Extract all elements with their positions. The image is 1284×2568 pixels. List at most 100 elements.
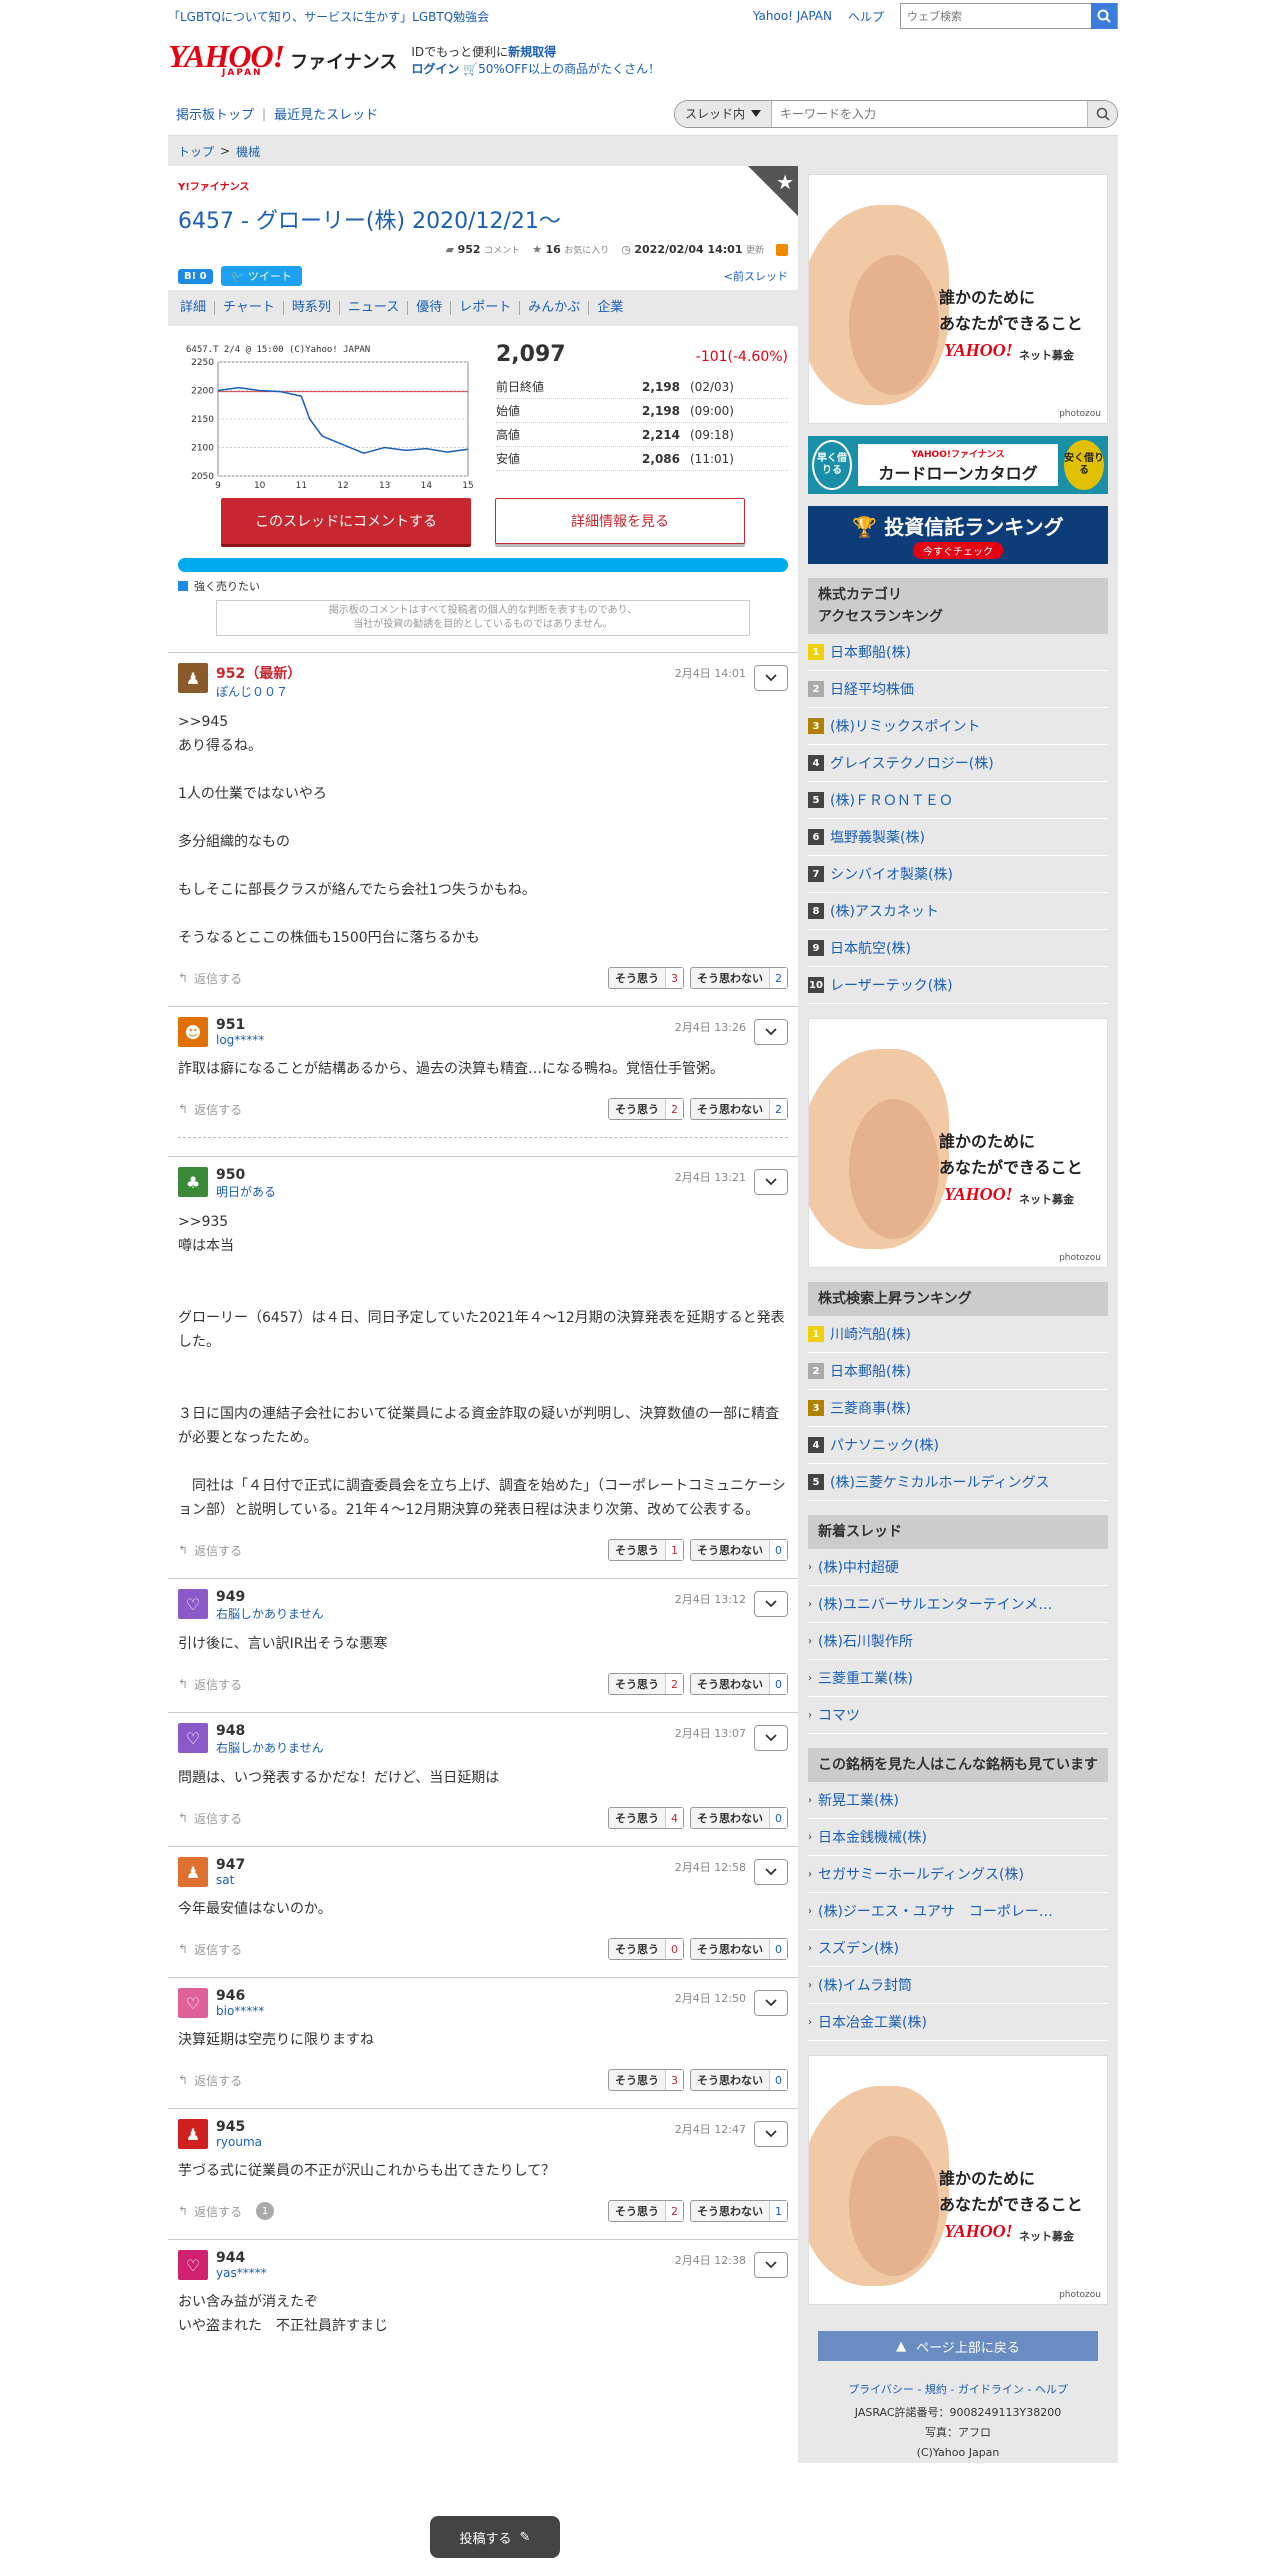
disagree-button[interactable]: そう思わない 0 (690, 1807, 788, 1829)
avatar[interactable]: ♣ (178, 1167, 208, 1197)
login-link[interactable]: ログイン (411, 62, 459, 76)
avatar[interactable]: ♡ (178, 1723, 208, 1753)
tab-detail[interactable]: 詳細 (172, 301, 216, 315)
thread-search-scope[interactable]: スレッド内 (675, 100, 773, 127)
web-search-button[interactable] (1091, 3, 1117, 29)
yahoo-finance-logo[interactable]: YAHOO! JAPAN ファイナンス (168, 40, 397, 78)
agree-button[interactable]: そう思う 0 (608, 1938, 684, 1960)
also-item[interactable]: › (株)イムラ封筒 (808, 1967, 1108, 2004)
yahoo-japan-link[interactable]: Yahoo! JAPAN (753, 9, 832, 23)
post-user[interactable]: ぽんじ００７ (216, 683, 788, 700)
disagree-button[interactable]: そう思わない 0 (690, 1673, 788, 1695)
disagree-button[interactable]: そう思わない 2 (690, 1098, 788, 1120)
access-item[interactable]: 8 (株)アスカネット (808, 893, 1108, 930)
post-menu-button[interactable] (754, 1591, 788, 1617)
post-menu-button[interactable] (754, 1725, 788, 1751)
prev-thread-link[interactable]: <前スレッド (724, 268, 788, 284)
post-menu-button[interactable] (754, 2121, 788, 2147)
also-item[interactable]: › 日本冶金工業(株) (808, 2004, 1108, 2041)
reply-button[interactable]: ↰ 返信する (178, 1542, 242, 1559)
post-user[interactable]: bio***** (216, 2004, 788, 2018)
tab-chart[interactable]: チャート (215, 301, 284, 315)
avatar[interactable]: ♡ (178, 2250, 208, 2280)
footer-links[interactable]: プライバシー - 規約 - ガイドライン - ヘルプ (808, 2381, 1108, 2397)
post-user[interactable]: 右脳しかありません (216, 1605, 788, 1622)
rise-item[interactable]: 4 パナソニック(株) (808, 1427, 1108, 1464)
rise-item[interactable]: 2 日本郵船(株) (808, 1353, 1108, 1390)
help-link[interactable]: ヘルプ (848, 8, 884, 25)
access-item[interactable]: 6 塩野義製薬(株) (808, 819, 1108, 856)
also-item[interactable]: › セガサミーホールディングス(株) (808, 1856, 1108, 1893)
post-fab-button[interactable]: 投稿する ✎ (430, 2516, 560, 2558)
breadcrumb-top[interactable]: トップ (178, 143, 214, 160)
new-item[interactable]: › コマツ (808, 1697, 1108, 1734)
access-item[interactable]: 5 (株)ＦＲＯＮＴＥＯ (808, 782, 1108, 819)
post-user[interactable]: yas***** (216, 2266, 788, 2280)
card-loan-banner[interactable]: 早く借りる YAHOO!ファイナンス カードローンカタログ 安く借りる (808, 436, 1108, 494)
avatar[interactable]: ☻ (178, 1017, 208, 1047)
donation-ad-3[interactable]: 誰かのために あなたができること YAHOO! ネット募金 photozou (808, 2055, 1108, 2305)
signup-link[interactable]: 新規取得 (508, 45, 556, 59)
reply-button[interactable]: ↰ 返信する (178, 1101, 242, 1118)
also-item[interactable]: › 日本金銭機械(株) (808, 1819, 1108, 1856)
tweet-button[interactable]: 🐦 ツイート (220, 266, 302, 286)
access-item[interactable]: 2 日経平均株価 (808, 671, 1108, 708)
also-item[interactable]: › スズデン(株) (808, 1930, 1108, 1967)
agree-button[interactable]: そう思う 2 (608, 2200, 684, 2222)
new-item[interactable]: › (株)石川製作所 (808, 1623, 1108, 1660)
avatar[interactable]: ♡ (178, 1589, 208, 1619)
post-menu-button[interactable] (754, 2252, 788, 2278)
rss-icon[interactable] (776, 243, 788, 256)
tab-company[interactable]: 企業 (589, 301, 631, 315)
post-user[interactable]: ryouma (216, 2135, 788, 2149)
access-item[interactable]: 1 日本郵船(株) (808, 634, 1108, 671)
intraday-chart[interactable]: 6457.T 2/4 @ 15:00 (C)Yahoo! JAPAN 2250 2… (178, 342, 478, 492)
access-item[interactable]: 10 レーザーテック(株) (808, 967, 1108, 1004)
also-item[interactable]: › 新晃工業(株) (808, 1782, 1108, 1819)
agree-button[interactable]: そう思う 1 (608, 1539, 684, 1561)
agree-button[interactable]: そう思う 3 (608, 967, 684, 989)
agree-button[interactable]: そう思う 3 (608, 2069, 684, 2091)
agree-button[interactable]: そう思う 4 (608, 1807, 684, 1829)
tab-benefits[interactable]: 優待 (408, 301, 452, 315)
promo-link[interactable]: 「LGBTQについて知り、サービスに生かす」LGBTQ勉強会 (168, 8, 753, 25)
comment-thread-button[interactable]: このスレッドにコメントする (221, 498, 471, 544)
reply-button[interactable]: ↰ 返信する (178, 1810, 242, 1827)
thread-search-button[interactable] (1087, 100, 1117, 127)
agree-button[interactable]: そう思う 2 (608, 1098, 684, 1120)
reply-button[interactable]: ↰ 返信する (178, 970, 242, 987)
reply-count-badge[interactable]: 1 (256, 2202, 275, 2220)
rise-item[interactable]: 5 (株)三菱ケミカルホールディングス (808, 1464, 1108, 1501)
view-detail-button[interactable]: 詳細情報を見る (495, 498, 745, 544)
hatena-bookmark-button[interactable]: B! 0 (178, 268, 213, 284)
access-item[interactable]: 9 日本航空(株) (808, 930, 1108, 967)
donation-ad[interactable]: 誰かのために あなたができること YAHOO! ネット募金 photozou (808, 174, 1108, 424)
post-user[interactable]: 明日がある (216, 1183, 788, 1200)
web-search-input[interactable] (901, 4, 1091, 28)
post-menu-button[interactable] (754, 665, 788, 691)
disagree-button[interactable]: そう思わない 0 (690, 2069, 788, 2091)
tab-minkabu[interactable]: みんかぶ (520, 301, 590, 315)
tab-timeseries[interactable]: 時系列 (284, 301, 340, 315)
disagree-button[interactable]: そう思わない 0 (690, 1938, 788, 1960)
board-top-link[interactable]: 掲示板トップ (168, 104, 262, 123)
reply-button[interactable]: ↰ 返信する (178, 2072, 242, 2089)
disagree-button[interactable]: そう思わない 1 (690, 2200, 788, 2222)
agree-button[interactable]: そう思う 2 (608, 1673, 684, 1695)
tab-news[interactable]: ニュース (340, 301, 409, 315)
avatar[interactable]: ♟ (178, 663, 208, 693)
sale-link[interactable]: 50%OFF以上の商品がたくさん！ (478, 62, 660, 76)
breadcrumb-machinery[interactable]: 機械 (236, 143, 260, 160)
recent-threads-link[interactable]: 最近見たスレッド (266, 104, 386, 123)
donation-ad-2[interactable]: 誰かのために あなたができること YAHOO! ネット募金 photozou (808, 1018, 1108, 1268)
access-item[interactable]: 3 (株)リミックスポイント (808, 708, 1108, 745)
rise-item[interactable]: 1 川崎汽船(株) (808, 1316, 1108, 1353)
access-item[interactable]: 4 グレイステクノロジー(株) (808, 745, 1108, 782)
post-menu-button[interactable] (754, 1859, 788, 1885)
favorite-star-button[interactable]: ★ (748, 166, 798, 216)
thread-search-input[interactable] (772, 100, 1087, 127)
post-user[interactable]: 右脳しかありません (216, 1739, 788, 1756)
avatar[interactable]: ♡ (178, 1988, 208, 2018)
reply-button[interactable]: ↰ 返信する (178, 1676, 242, 1693)
new-item[interactable]: › (株)中村超硬 (808, 1549, 1108, 1586)
